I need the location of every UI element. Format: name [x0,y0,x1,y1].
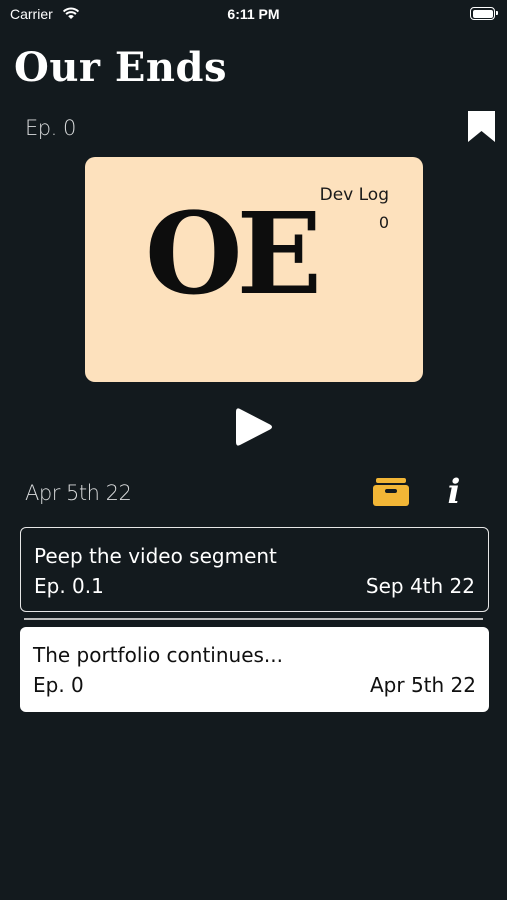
episode-title: Peep the video segment [34,544,277,568]
episode-artwork: OE Dev Log 0 [85,157,423,382]
archive-icon[interactable] [373,478,409,506]
episode-date: Sep 4th 22 [365,574,475,598]
info-icon[interactable]: i [440,474,468,510]
clock: 6:11 PM [227,6,280,22]
play-button[interactable] [234,405,274,449]
episode-date: Apr 5th 22 [369,673,476,697]
play-icon [236,408,272,446]
artwork-caption: Dev Log [319,185,389,205]
episode-number: Ep. 0.1 [34,574,104,598]
episode-list-item-selected[interactable]: The portfolio continues... Ep. 0 Apr 5th… [20,627,489,712]
release-date: Apr 5th 22 [25,481,132,505]
episode-list-item[interactable]: Peep the video segment Ep. 0.1 Sep 4th 2… [20,527,489,612]
episode-title: The portfolio continues... [33,643,283,667]
battery-icon [470,7,498,20]
artwork-logo: OE [145,189,322,320]
divider [24,618,483,620]
current-episode-label: Ep. 0 [25,116,76,140]
bookmark-icon[interactable] [468,111,495,142]
app-title: Our Ends [14,44,227,91]
episode-number: Ep. 0 [33,673,84,697]
artwork-number: 0 [378,213,389,232]
status-bar: Carrier 6:11 PM [0,0,507,30]
